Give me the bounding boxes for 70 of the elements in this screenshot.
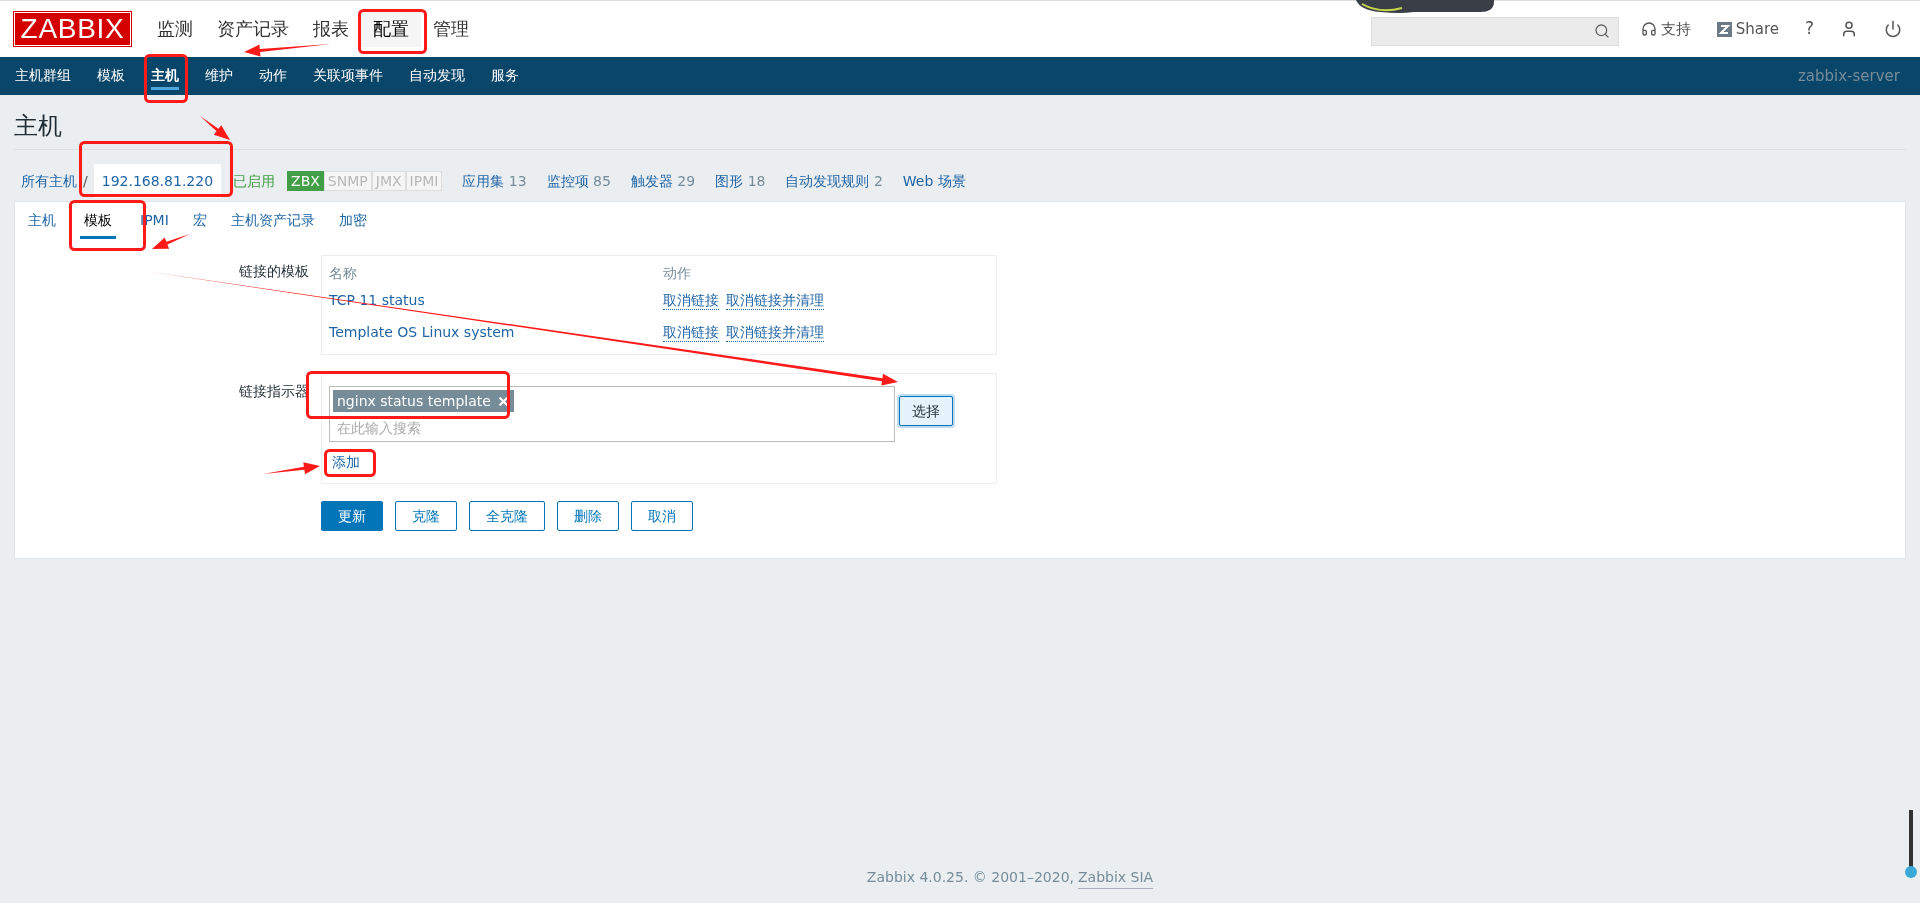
interface-badge: IPMI xyxy=(405,171,443,191)
support-link[interactable]: 支持 xyxy=(1640,17,1691,41)
host-link[interactable]: Web 场景 xyxy=(902,170,966,192)
form-button[interactable]: 全克隆 xyxy=(469,501,545,531)
selected-chip: nginx status template xyxy=(333,390,514,412)
count: 29 xyxy=(676,172,696,189)
main-menu-item[interactable]: 管理 xyxy=(421,11,481,47)
form-tab[interactable]: 宏 xyxy=(192,211,207,229)
host-link[interactable]: 图形 18 xyxy=(715,170,766,192)
count: 18 xyxy=(746,172,766,189)
sub-menu-item[interactable]: 关联项事件 xyxy=(313,62,383,90)
search-input[interactable]: 在此输入搜索 xyxy=(333,418,891,439)
help-link[interactable]: ? xyxy=(1804,16,1814,42)
search-icon xyxy=(1593,23,1610,39)
action-link[interactable]: 取消链接 xyxy=(663,290,719,310)
action-link[interactable]: 取消链接并清理 xyxy=(726,290,824,310)
page-title: 主机 xyxy=(14,111,1906,150)
main-menu-item[interactable]: 配置 xyxy=(361,11,421,47)
template-link[interactable]: Template OS Linux system xyxy=(329,324,515,340)
count: 85 xyxy=(592,172,611,189)
logo[interactable]: ZABBIX xyxy=(14,12,131,46)
field-label: 链接的模板 xyxy=(239,262,309,281)
annotation-box xyxy=(144,54,188,103)
power-icon[interactable] xyxy=(1884,20,1902,38)
interface-badge: ZBX xyxy=(287,171,324,191)
footer-text: Zabbix 4.0.25. © 2001–2020, xyxy=(866,868,1074,887)
headset-icon xyxy=(1640,21,1657,37)
count: 2 xyxy=(872,172,883,189)
breadcrumb-separator: / xyxy=(83,171,88,191)
form-tab[interactable]: 主机 xyxy=(28,211,56,229)
sub-menu-item[interactable]: 动作 xyxy=(259,62,287,90)
form-tab[interactable]: 加密 xyxy=(338,211,367,229)
thermometer-icon xyxy=(1904,810,1918,880)
multiselect-field[interactable]: nginx status template 在此输入搜索 xyxy=(329,386,895,442)
form-button[interactable]: 删除 xyxy=(557,501,619,531)
select-button[interactable]: 选择 xyxy=(899,396,953,426)
annotation-box xyxy=(358,9,427,54)
search-field[interactable] xyxy=(1370,16,1619,46)
form-tab[interactable]: 主机资产记录 xyxy=(230,211,315,229)
logo-square-icon xyxy=(1716,21,1732,37)
action-link[interactable]: 取消链接并清理 xyxy=(726,322,824,342)
host-link[interactable]: 自动发现规则 2 xyxy=(785,170,883,192)
interface-badge: JMX xyxy=(371,171,406,191)
user-icon[interactable] xyxy=(1840,20,1858,38)
column-header: 名称 xyxy=(329,264,358,283)
action-link[interactable]: 取消链接 xyxy=(663,322,719,342)
breadcrumb-link[interactable]: 所有主机 xyxy=(21,170,77,192)
status-text: 已启用 xyxy=(233,171,276,191)
sub-menu-item[interactable]: 主机群组 xyxy=(15,62,71,90)
count: 13 xyxy=(507,172,527,189)
share-link[interactable]: Share xyxy=(1716,17,1779,41)
interface-badge: SNMP xyxy=(323,171,372,191)
column-header: 动作 xyxy=(663,264,692,283)
server-name: zabbix-server xyxy=(1797,65,1900,87)
main-menu-item[interactable]: 资产记录 xyxy=(205,11,301,47)
sub-menu-item[interactable]: 自动发现 xyxy=(409,62,465,90)
annotation-box xyxy=(324,449,376,477)
sub-menu-item[interactable]: 服务 xyxy=(491,62,519,90)
form-tab[interactable]: 模板 xyxy=(84,211,112,229)
form-button[interactable]: 取消 xyxy=(631,501,693,531)
main-menu-item[interactable]: 监测 xyxy=(145,11,205,47)
remove-icon[interactable] xyxy=(496,394,510,408)
host-link[interactable]: 监控项 85 xyxy=(546,170,611,192)
host-link[interactable]: 触发器 29 xyxy=(630,170,696,192)
host-link[interactable]: 应用集 13 xyxy=(462,170,527,192)
sub-menu-item[interactable]: 模板 xyxy=(97,62,125,90)
form-button[interactable]: 克隆 xyxy=(395,501,457,531)
sub-menu-item[interactable]: 维护 xyxy=(205,62,233,90)
main-menu-item[interactable]: 报表 xyxy=(301,11,361,47)
form-button[interactable]: 更新 xyxy=(321,501,383,531)
